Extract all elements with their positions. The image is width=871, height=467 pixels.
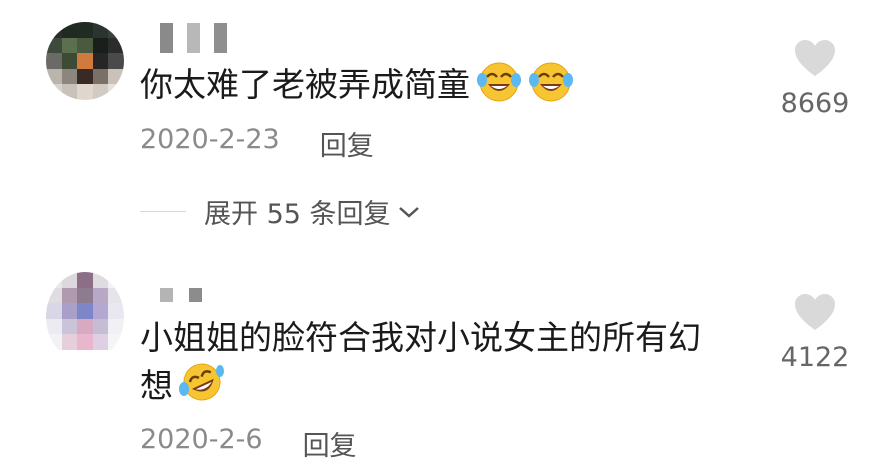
divider <box>140 211 186 212</box>
crying-laughing-emoji-icon <box>476 60 522 114</box>
heart-icon <box>795 40 835 76</box>
comment-text-line: 想 <box>140 366 173 405</box>
crying-laughing-emoji-icon <box>528 60 574 114</box>
reply-button[interactable]: 回复 <box>303 424 357 463</box>
comment-text-line: 小姐姐的脸符合我对小说女主的所有幻 <box>140 318 701 357</box>
username[interactable] <box>160 288 202 302</box>
reply-button[interactable]: 回复 <box>320 124 374 163</box>
comment-meta: 2020-2-6 回复 <box>140 424 357 463</box>
like-button[interactable]: 4122 <box>770 292 860 373</box>
comment-text: 小姐姐的脸符合我对小说女主的所有幻 想 <box>140 315 760 415</box>
username[interactable] <box>160 23 227 53</box>
comment-date: 2020-2-6 <box>140 424 263 455</box>
expand-replies-label: 展开 55 条回复 <box>204 199 391 230</box>
chevron-down-icon <box>398 206 419 218</box>
comment-item: 你太难了老被弄成简童 2020-2-23 回复 8669 展开 55 条回复 <box>0 0 871 250</box>
like-count: 4122 <box>780 342 850 373</box>
heart-icon <box>795 294 835 330</box>
expand-replies-button[interactable]: 展开 55 条回复 <box>140 192 421 231</box>
comment-date: 2020-2-23 <box>140 124 280 155</box>
avatar[interactable] <box>46 272 124 362</box>
comment-meta: 2020-2-23 回复 <box>140 124 374 163</box>
like-count: 8669 <box>780 88 850 119</box>
like-button[interactable]: 8669 <box>770 38 860 119</box>
comment-text-content: 你太难了老被弄成简童 <box>140 65 470 104</box>
comment-text: 你太难了老被弄成简童 <box>140 60 574 114</box>
comment-item: 小姐姐的脸符合我对小说女主的所有幻 想 2020-2-6 回复 4122 <box>0 260 871 467</box>
rolling-laughing-emoji-icon <box>179 361 225 415</box>
avatar[interactable] <box>46 22 124 100</box>
